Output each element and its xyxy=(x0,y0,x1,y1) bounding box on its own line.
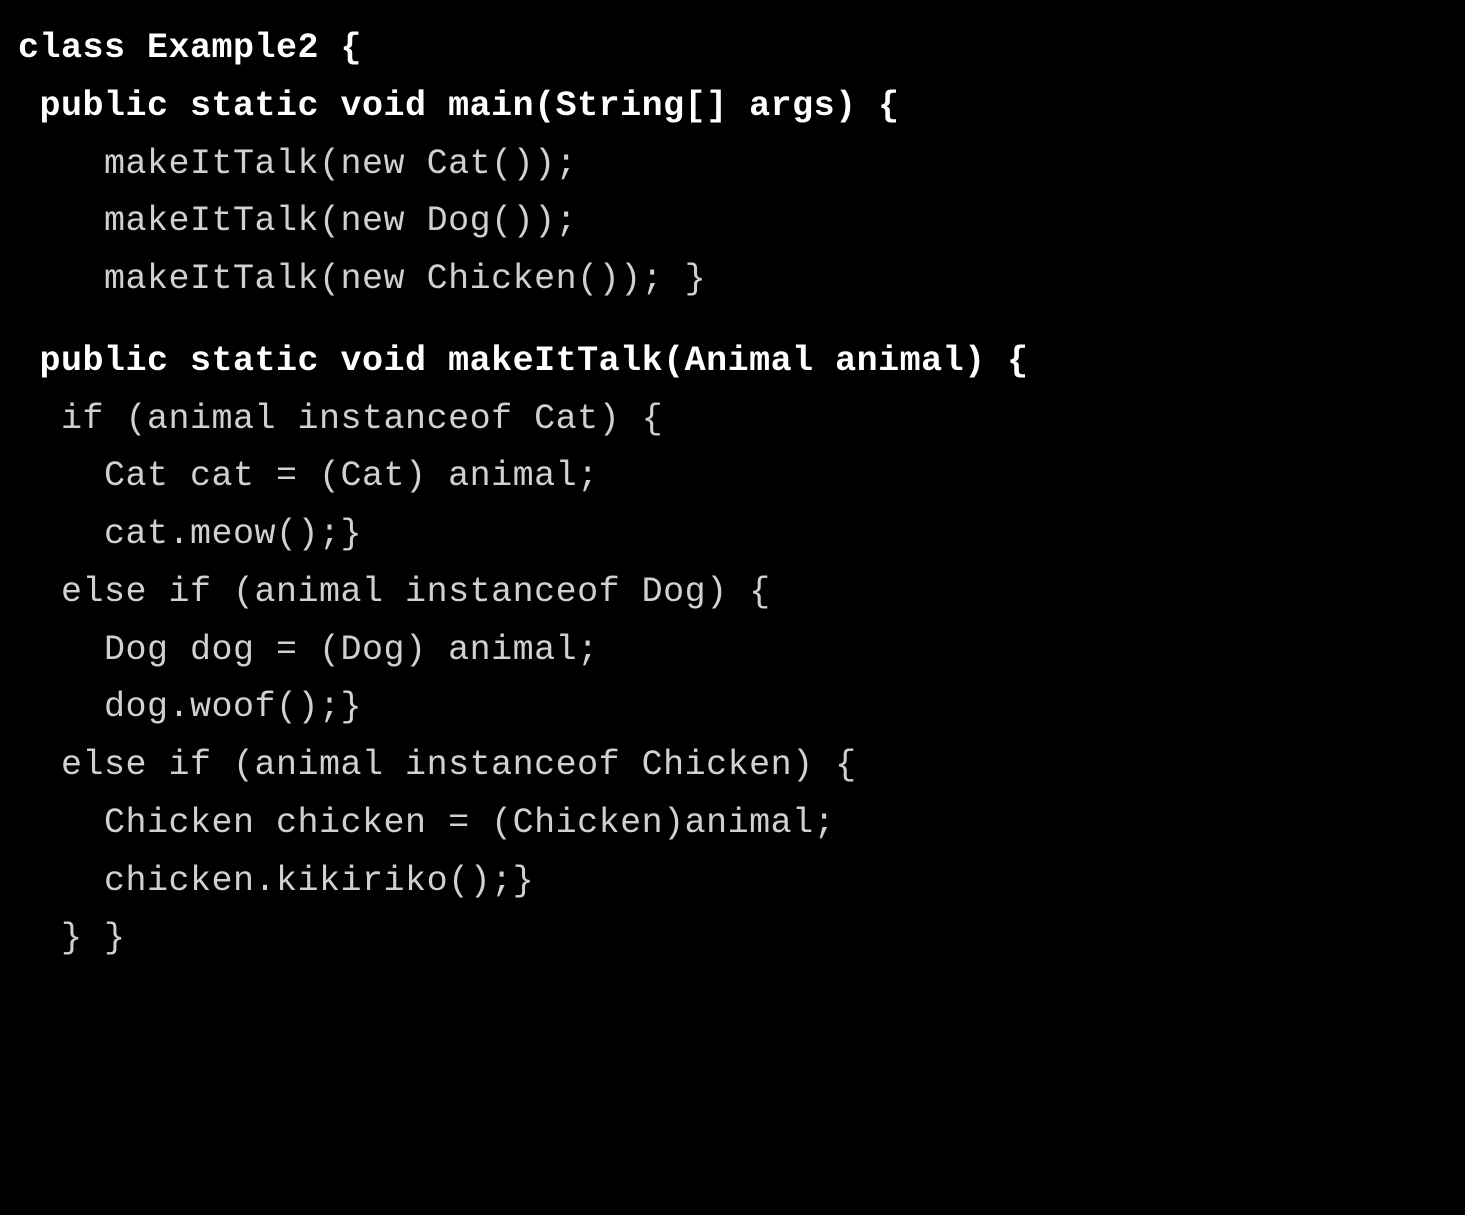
code-block: class Example2 { public static void main… xyxy=(0,0,1465,968)
code-line: makeItTalk(new Cat()); xyxy=(18,136,1465,194)
blank-line xyxy=(18,309,1465,333)
code-line: class Example2 { xyxy=(18,20,1465,78)
code-line: public static void makeItTalk(Animal ani… xyxy=(18,333,1465,391)
code-line: public static void main(String[] args) { xyxy=(18,78,1465,136)
code-line: else if (animal instanceof Dog) { xyxy=(18,564,1465,622)
code-line: Dog dog = (Dog) animal; xyxy=(18,622,1465,680)
code-line: dog.woof();} xyxy=(18,679,1465,737)
code-line: } } xyxy=(18,910,1465,968)
code-line: chicken.kikiriko();} xyxy=(18,853,1465,911)
code-line: else if (animal instanceof Chicken) { xyxy=(18,737,1465,795)
code-line: makeItTalk(new Chicken()); } xyxy=(18,251,1465,309)
code-line: if (animal instanceof Cat) { xyxy=(18,391,1465,449)
code-line: makeItTalk(new Dog()); xyxy=(18,193,1465,251)
code-line: Chicken chicken = (Chicken)animal; xyxy=(18,795,1465,853)
code-line: cat.meow();} xyxy=(18,506,1465,564)
code-line: Cat cat = (Cat) animal; xyxy=(18,448,1465,506)
